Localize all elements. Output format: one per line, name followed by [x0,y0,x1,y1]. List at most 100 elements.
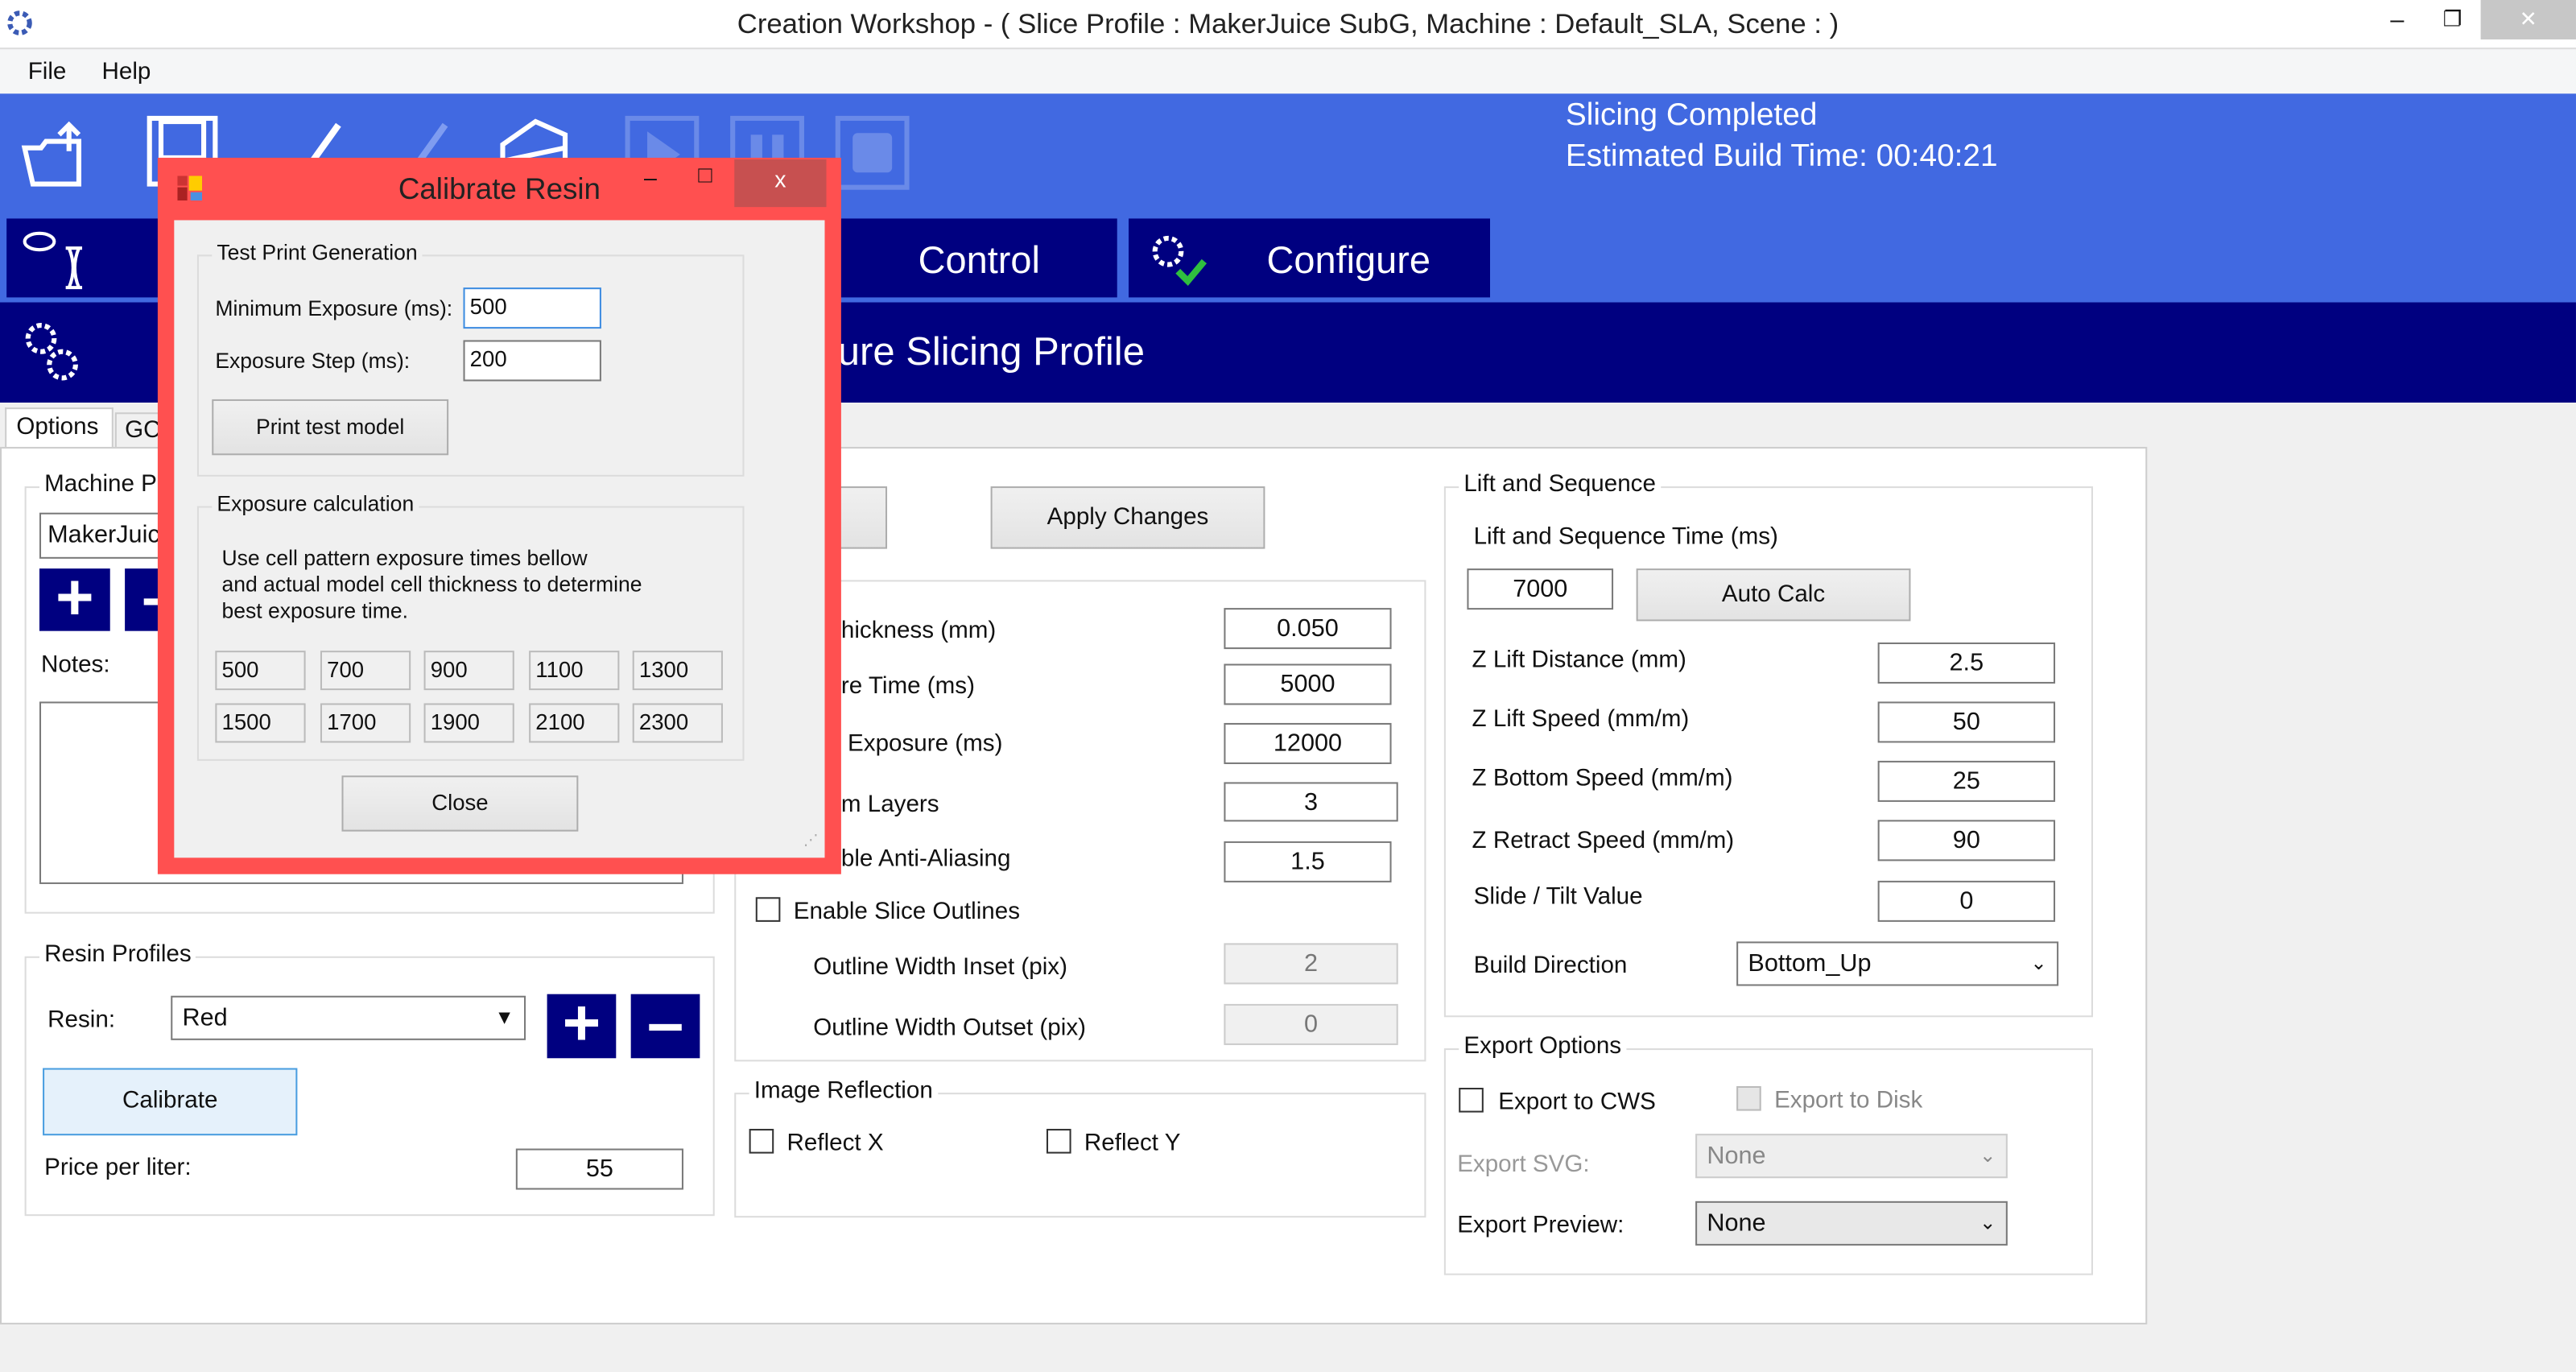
exposure-step-label: Exposure Step (ms): [215,348,411,374]
z-lift-speed-input[interactable]: 50 [1877,701,2056,743]
price-label: Price per liter: [44,1155,192,1182]
menu-file[interactable]: File [28,59,67,85]
lift-time-input[interactable]: 7000 [1467,568,1614,610]
reflect-x-checkbox[interactable] [749,1129,774,1154]
add-machine-button[interactable]: + [39,565,110,631]
dialog-close-action-button[interactable]: Close [341,775,579,832]
page-title: ure Slicing Profile [837,330,1145,375]
inset-label: Outline Width Inset (pix) [813,954,1067,981]
build-time: Estimated Build Time: 00:40:21 [1565,139,1998,175]
apply-changes-button[interactable]: Apply Changes [990,486,1265,549]
export-svg-label: Export SVG: [1457,1151,1590,1179]
exposure-cell: 1900 [423,703,514,743]
calc-description-1: Use cell pattern exposure times bellow [221,545,588,571]
min-exposure-label: Minimum Exposure (ms): [215,295,453,320]
export-preview-label: Export Preview: [1457,1213,1624,1239]
export-disk-label: Export to Disk [1774,1088,1923,1114]
z-lift-distance-label: Z Lift Distance (mm) [1472,647,1686,674]
open-folder-icon[interactable] [19,118,95,194]
export-svg-select: None ⌄ [1695,1134,2008,1179]
resin-select[interactable]: Red ▼ [171,995,526,1040]
calc-description-3: best exposure time. [221,597,409,623]
resin-label: Resin: [47,1007,116,1034]
menu-bar: File Help [0,48,2576,94]
restore-button[interactable]: ❐ [2443,6,2462,33]
exposure-cell: 2100 [529,703,620,743]
z-bottom-speed-label: Z Bottom Speed (mm/m) [1472,766,1733,792]
bottom-exposure-label: Exposure (ms) [848,731,1003,758]
title-bar: Creation Workshop - ( Slice Profile : Ma… [0,0,2576,48]
dialog-client: Test Print Generation Minimum Exposure (… [174,220,825,858]
exposure-step-input[interactable]: 200 [463,340,601,382]
export-cws-checkbox[interactable] [1459,1088,1484,1113]
exposure-cell: 1300 [632,651,723,691]
eye-hourglass-icon [23,231,83,290]
layer-thickness-input[interactable]: 0.050 [1224,608,1392,650]
tab-view[interactable] [6,218,165,298]
z-bottom-speed-input[interactable]: 25 [1877,760,2056,802]
minimize-button[interactable]: – [2390,6,2404,35]
z-retract-speed-label: Z Retract Speed (mm/m) [1472,828,1735,855]
z-lift-speed-label: Z Lift Speed (mm/m) [1472,706,1690,734]
window-title: Creation Workshop - ( Slice Profile : Ma… [737,8,1839,39]
slide-tilt-label: Slide / Tilt Value [1473,883,1643,911]
price-input[interactable]: 55 [515,1148,683,1190]
build-direction-label: Build Direction [1473,953,1628,980]
add-resin-button[interactable]: + [547,991,617,1059]
status-text: Slicing Completed [1565,98,1818,134]
lift-time-label: Lift and Sequence Time (ms) [1473,524,1778,551]
z-lift-distance-input[interactable]: 2.5 [1877,642,2056,684]
anti-aliasing-input[interactable]: 1.5 [1224,841,1392,882]
tab-options[interactable]: Options [5,407,114,451]
auto-calc-button[interactable]: Auto Calc [1636,568,1911,622]
print-test-model-button[interactable]: Print test model [212,399,449,456]
bottom-layers-input[interactable]: 3 [1224,782,1398,822]
reflect-x-label: Reflect X [786,1130,884,1157]
export-preview-select[interactable]: None ⌄ [1695,1200,2008,1246]
z-retract-speed-input[interactable]: 90 [1877,820,2056,862]
reflect-y-checkbox[interactable] [1046,1129,1071,1154]
lift-sequence-group: Lift and Sequence [1443,471,2093,1018]
chevron-down-icon: ⌄ [1979,1143,1996,1167]
resize-grip-icon[interactable]: ⋰ [803,832,818,849]
exposure-cell: 500 [215,651,306,691]
dialog-minimize-button[interactable]: – [644,164,657,191]
outset-input[interactable]: 0 [1224,1003,1398,1045]
chevron-down-icon: ▼ [494,1005,514,1029]
min-exposure-input[interactable]: 500 [463,287,601,329]
export-cws-label: Export to CWS [1498,1089,1656,1116]
remove-resin-button[interactable]: – [630,991,700,1059]
bottom-exposure-input[interactable]: 12000 [1224,722,1392,764]
exposure-cell: 1100 [529,651,620,691]
slide-tilt-input[interactable]: 0 [1877,880,2056,922]
calibrate-resin-dialog: Calibrate Resin – □ x Test Print Generat… [157,157,841,874]
gears-icon [25,323,78,381]
anti-aliasing-label: ble Anti-Aliasing [840,846,1011,873]
exposure-cell: 900 [423,651,514,691]
exposure-time-label: re Time (ms) [840,673,975,700]
close-button[interactable]: ✕ [2480,0,2576,39]
tab-configure[interactable]: Configure [1129,218,1491,298]
menu-help[interactable]: Help [102,59,151,85]
calibrate-button[interactable]: Calibrate [43,1068,298,1136]
stop-icon [835,115,910,190]
exposure-cell: 2300 [632,703,723,743]
calc-description-2: and actual model cell thickness to deter… [221,572,642,597]
dialog-close-button[interactable]: x [734,159,827,208]
dialog-maximize-button[interactable]: □ [698,161,712,188]
exposure-cell: 1500 [215,703,306,743]
gear-check-icon [1152,235,1208,287]
export-disk-checkbox [1736,1085,1761,1111]
slice-outlines-checkbox[interactable] [755,897,781,922]
inset-input[interactable]: 2 [1224,943,1398,985]
exposure-time-input[interactable]: 5000 [1224,663,1392,705]
exposure-cell: 700 [320,651,411,691]
slice-outlines-label: Enable Slice Outlines [793,899,1020,925]
tab-control[interactable]: Control [837,218,1117,298]
layer-thickness-label: hickness (mm) [840,618,997,644]
exposure-cell: 1700 [320,703,411,743]
build-direction-select[interactable]: Bottom_Up ⌄ [1736,941,2059,986]
chevron-down-icon: ⌄ [2030,951,2047,975]
outset-label: Outline Width Outset (pix) [813,1015,1086,1042]
bottom-layers-label: m Layers [840,791,939,819]
